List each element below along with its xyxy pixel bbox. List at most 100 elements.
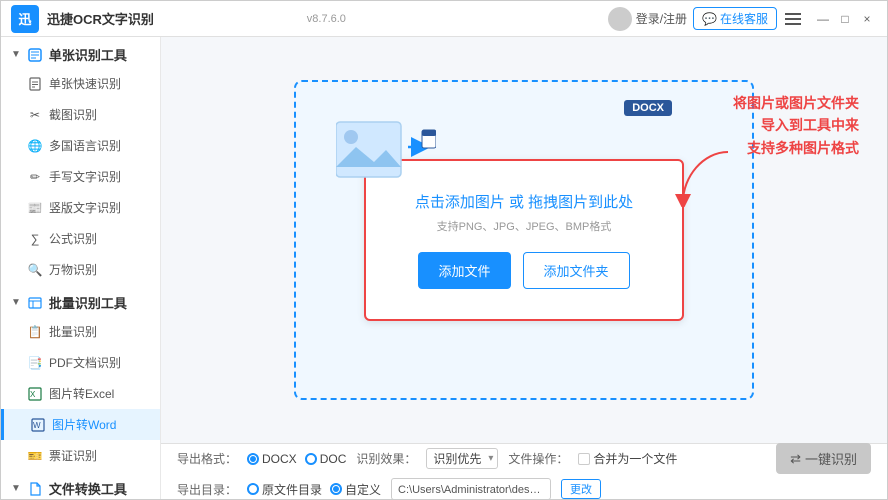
ticket-label: 票证识别 bbox=[49, 447, 97, 464]
docx-radio-dot bbox=[247, 453, 259, 465]
single-section-label: 单张识别工具 bbox=[49, 45, 127, 64]
multilang-icon: 🌐 bbox=[27, 138, 43, 154]
fileconv-section-label: 文件转换工具 bbox=[49, 479, 127, 498]
recognize-icon: ⇄ bbox=[790, 451, 801, 467]
service-icon: 💬 bbox=[702, 12, 717, 26]
drag-text: 或 拖拽图片到此处 bbox=[509, 194, 633, 211]
annotation-right-line1: 将图片或图片文件夹 bbox=[733, 92, 859, 114]
recognition-effect-label: 识别效果： bbox=[356, 450, 416, 467]
click-text: 点击添加图片 bbox=[415, 194, 505, 211]
sidebar-item-ticket[interactable]: 🎫 票证识别 bbox=[1, 440, 160, 471]
export-format-label: 导出格式： bbox=[177, 450, 237, 467]
batch-section-icon bbox=[27, 295, 43, 311]
illustration bbox=[336, 112, 436, 195]
excel-icon: X bbox=[27, 386, 43, 402]
pdf-icon: 📑 bbox=[27, 355, 43, 371]
svg-text:X: X bbox=[30, 390, 36, 399]
sidebar-section-single[interactable]: ▼ 单张识别工具 bbox=[1, 37, 160, 68]
hamburger-line bbox=[785, 23, 801, 25]
output-dir-group: 原文件目录 自定义 bbox=[247, 481, 381, 498]
batch-label: 批量识别 bbox=[49, 323, 97, 340]
recognition-effect-value: 识别优先 bbox=[433, 450, 481, 467]
hamburger-line bbox=[785, 13, 801, 15]
sidebar-item-quick[interactable]: 单张快速识别 bbox=[1, 68, 160, 99]
batch-icon: 📋 bbox=[27, 324, 43, 340]
formula-icon: ∑ bbox=[27, 231, 43, 247]
single-section-icon bbox=[27, 47, 43, 63]
recognition-effect-select[interactable]: 识别优先 bbox=[426, 448, 498, 469]
original-dir-radio[interactable]: 原文件目录 bbox=[247, 481, 322, 498]
svg-text:W: W bbox=[33, 421, 41, 430]
handwriting-icon: ✏ bbox=[27, 169, 43, 185]
doc-radio[interactable]: DOC bbox=[305, 452, 347, 466]
close-button[interactable]: × bbox=[857, 9, 877, 29]
minimize-button[interactable]: — bbox=[813, 9, 833, 29]
login-button[interactable]: 登录/注册 bbox=[602, 5, 693, 33]
quick-icon bbox=[27, 76, 43, 92]
sidebar-item-batch[interactable]: 📋 批量识别 bbox=[1, 316, 160, 347]
recognize-label: 一键识别 bbox=[805, 449, 857, 468]
doc-radio-dot bbox=[305, 453, 317, 465]
content-main: 选择图片转Word功能 bbox=[161, 37, 887, 443]
pdf-label: PDF文档识别 bbox=[49, 354, 121, 371]
docx-badge: DOCX bbox=[624, 100, 672, 116]
add-folder-button[interactable]: 添加文件夹 bbox=[523, 252, 630, 289]
sidebar-item-img-word[interactable]: W 图片转Word bbox=[1, 409, 160, 440]
sidebar-item-pdf[interactable]: 📑 PDF文档识别 bbox=[1, 347, 160, 378]
multilang-label: 多国语言识别 bbox=[49, 137, 121, 154]
docx-radio-label: DOCX bbox=[262, 452, 297, 466]
avatar bbox=[608, 7, 632, 31]
typesetting-label: 竖版文字识别 bbox=[49, 199, 121, 216]
window-controls: — □ × bbox=[813, 9, 877, 29]
file-operation-label: 文件操作： bbox=[508, 450, 568, 467]
merge-checkbox[interactable]: 合并为一个文件 bbox=[578, 450, 677, 467]
title-bar: 迅 迅捷OCR文字识别 v8.7.6.0 登录/注册 💬 在线客服 — □ × bbox=[1, 1, 887, 37]
app-title: 迅捷OCR文字识别 bbox=[47, 9, 303, 28]
content-area: 选择图片转Word功能 bbox=[161, 37, 887, 499]
hamburger-line bbox=[785, 18, 801, 20]
sidebar-item-typesetting[interactable]: 📰 竖版文字识别 bbox=[1, 192, 160, 223]
fileconv-chevron-icon: ▼ bbox=[11, 483, 21, 494]
custom-dir-radio[interactable]: 自定义 bbox=[330, 481, 381, 498]
add-file-button[interactable]: 添加文件 bbox=[418, 252, 510, 289]
sidebar-section-fileconv[interactable]: ▼ 文件转换工具 bbox=[1, 471, 160, 499]
sidebar-item-screenshot[interactable]: ✂ 截图识别 bbox=[1, 99, 160, 130]
sidebar-item-all[interactable]: 🔍 万物识别 bbox=[1, 254, 160, 285]
all-icon: 🔍 bbox=[27, 262, 43, 278]
app-window: 迅 迅捷OCR文字识别 v8.7.6.0 登录/注册 💬 在线客服 — □ × bbox=[0, 0, 888, 500]
sidebar-item-multilang[interactable]: 🌐 多国语言识别 bbox=[1, 130, 160, 161]
annotation-right-line2: 导入到工具中来 bbox=[733, 114, 859, 136]
fileconv-section-icon bbox=[27, 481, 43, 497]
sidebar: ▼ 单张识别工具 单张快速识别 ✂ 截图识别 🌐 多国语言识别 bbox=[1, 37, 161, 499]
ticket-icon: 🎫 bbox=[27, 448, 43, 464]
online-service-button[interactable]: 💬 在线客服 bbox=[693, 7, 777, 30]
login-label: 登录/注册 bbox=[636, 10, 687, 27]
format-hint: 支持PNG、JPG、JPEG、BMP格式 bbox=[437, 218, 612, 234]
merge-label: 合并为一个文件 bbox=[593, 450, 677, 467]
custom-dir-dot bbox=[330, 483, 342, 495]
export-format-group: DOCX DOC bbox=[247, 452, 346, 466]
word-icon: W bbox=[30, 417, 46, 433]
sidebar-section-batch[interactable]: ▼ 批量识别工具 bbox=[1, 285, 160, 316]
bottom-row-1: 导出格式： DOCX DOC 识别效果： 识别优先 bbox=[177, 443, 871, 474]
handwriting-label: 手写文字识别 bbox=[49, 168, 121, 185]
sidebar-item-img-excel[interactable]: X 图片转Excel bbox=[1, 378, 160, 409]
maximize-button[interactable]: □ bbox=[835, 9, 855, 29]
sidebar-item-handwriting[interactable]: ✏ 手写文字识别 bbox=[1, 161, 160, 192]
one-click-recognize-button[interactable]: ⇄ 一键识别 bbox=[776, 443, 871, 474]
screenshot-label: 截图识别 bbox=[49, 106, 97, 123]
img-excel-label: 图片转Excel bbox=[49, 385, 114, 402]
drop-zone-buttons: 添加文件 添加文件夹 bbox=[418, 252, 629, 289]
docx-radio[interactable]: DOCX bbox=[247, 452, 297, 466]
typesetting-icon: 📰 bbox=[27, 200, 43, 216]
bottom-bar: 导出格式： DOCX DOC 识别效果： 识别优先 bbox=[161, 443, 887, 499]
output-path-input[interactable]: C:\Users\Administrator\desktop\迅捷OCR识 bbox=[391, 478, 551, 499]
drop-zone-outer[interactable]: DOCX 点击添加图片 或 拖拽图片到此处 支持PNG、JPG、JPEG、BMP… bbox=[294, 80, 754, 400]
screenshot-icon: ✂ bbox=[27, 107, 43, 123]
batch-section-label: 批量识别工具 bbox=[49, 293, 127, 312]
annotation-right-line3: 支持多种图片格式 bbox=[733, 137, 859, 159]
sidebar-item-formula[interactable]: ∑ 公式识别 bbox=[1, 223, 160, 254]
menu-button[interactable] bbox=[781, 9, 805, 29]
change-path-button[interactable]: 更改 bbox=[561, 479, 601, 499]
app-logo: 迅 bbox=[11, 5, 39, 33]
